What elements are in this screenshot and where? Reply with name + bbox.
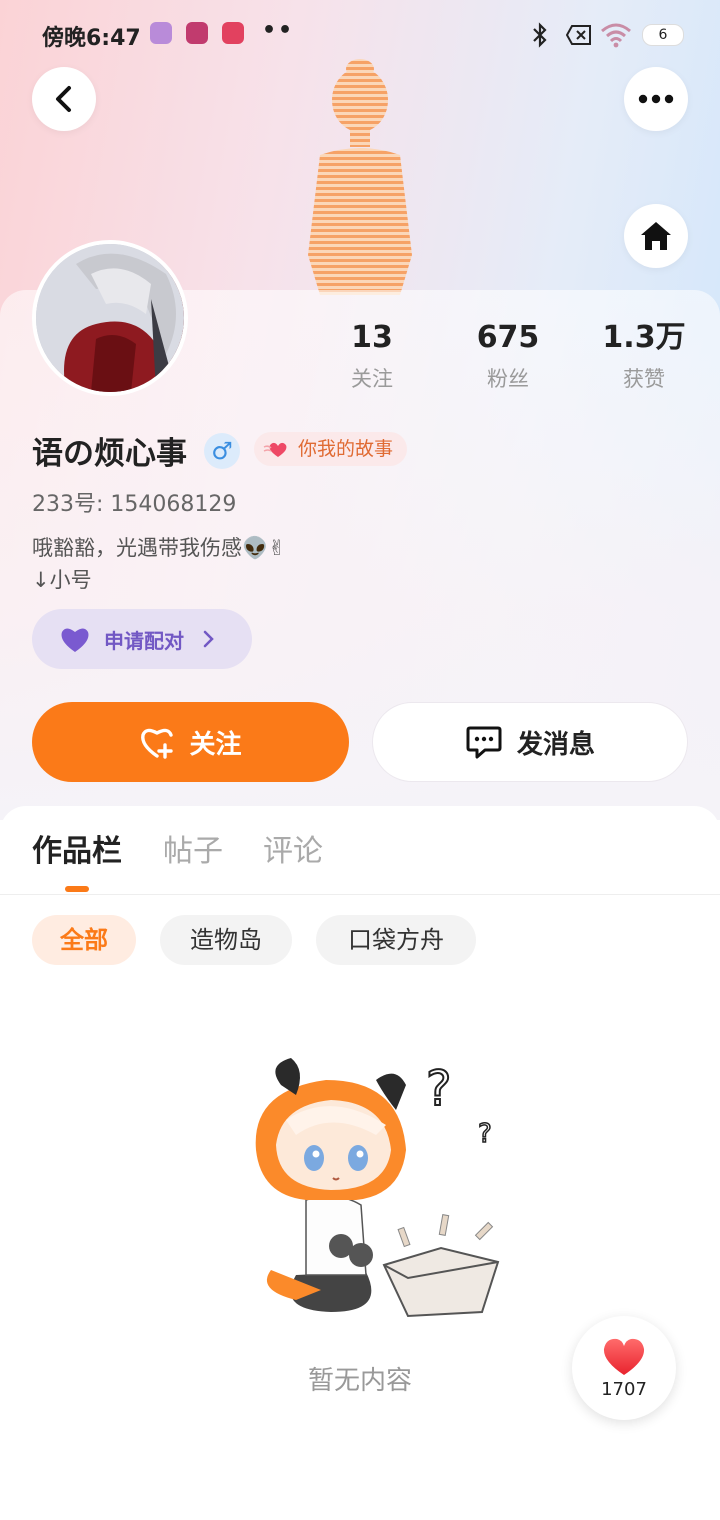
like-button[interactable]: 1707 [572, 1316, 676, 1420]
back-button[interactable] [32, 67, 96, 131]
more-dots-icon [638, 94, 674, 104]
stat-followers[interactable]: 675 粉丝 [448, 318, 568, 400]
male-gender-icon: ♂ [204, 433, 240, 469]
tab-comments[interactable]: 评论 [263, 826, 323, 870]
svg-text:?: ? [478, 1119, 492, 1149]
follow-label: 关注 [189, 729, 242, 760]
status-time: 傍晚6:47 [42, 26, 141, 51]
tab-divider [0, 894, 720, 895]
filter-pocket-ark[interactable]: 口袋方舟 [316, 915, 476, 965]
active-tab-indicator [65, 886, 89, 892]
battery-indicator: 6 [642, 24, 684, 46]
more-notifications-icon: •• [262, 18, 295, 43]
status-bar: 傍晚6:47 •• 6 [0, 0, 720, 70]
svg-text:?: ? [426, 1061, 451, 1117]
app-notification-icon [150, 22, 172, 44]
chevron-left-icon [56, 86, 71, 112]
apply-pairing-label: 申请配对 [104, 628, 184, 653]
user-id: 233号: 154068129 [32, 492, 237, 517]
heart-icon [603, 1338, 645, 1375]
bluetooth-icon [533, 22, 547, 48]
avatar-figure-illustration [308, 59, 412, 295]
tab-posts[interactable]: 帖子 [163, 826, 223, 870]
filter-creation-island[interactable]: 造物岛 [160, 915, 292, 965]
tab-works[interactable]: 作品栏 [32, 826, 122, 870]
avatar-image [36, 244, 184, 392]
username: 语の烦心事 [32, 436, 187, 472]
stat-value: 675 [476, 320, 540, 355]
chevron-right-icon [203, 630, 214, 648]
send-message-label: 发消息 [516, 729, 595, 760]
heart-wings-icon [263, 442, 287, 457]
stat-value: 1.3万 [602, 320, 686, 355]
user-avatar[interactable] [32, 240, 188, 396]
wifi-icon [601, 23, 631, 48]
heart-plus-icon [141, 728, 174, 759]
home-button[interactable] [624, 204, 688, 268]
like-count: 1707 [601, 1378, 647, 1400]
stat-value: 13 [351, 320, 393, 355]
purple-heart-icon [61, 628, 89, 652]
stat-label: 关注 [351, 367, 393, 391]
no-sim-icon [566, 25, 591, 45]
home-icon [641, 222, 671, 250]
app-notification-icon [186, 22, 208, 44]
follow-button[interactable]: 关注 [32, 702, 349, 782]
stat-following[interactable]: 13 关注 [312, 318, 432, 400]
story-tag-label: 你我的故事 [298, 438, 394, 460]
bio-line: ↓小号 [32, 568, 92, 592]
more-options-button[interactable] [624, 67, 688, 131]
stat-likes[interactable]: 1.3万 获赞 [584, 318, 704, 400]
app-notification-icon [222, 22, 244, 44]
empty-state-illustration: ? ? [255, 1058, 500, 1318]
apply-pairing-button[interactable]: 申请配对 [32, 609, 252, 669]
chat-bubble-icon [466, 726, 502, 759]
send-message-button[interactable]: 发消息 [372, 702, 688, 782]
bio-line: 哦豁豁，光遇带我伤感👽✌ [32, 536, 286, 560]
filter-all[interactable]: 全部 [32, 915, 136, 965]
user-bio: 哦豁豁，光遇带我伤感👽✌ ↓小号 [32, 532, 286, 596]
stat-label: 获赞 [623, 367, 665, 391]
story-tag-badge[interactable]: 你我的故事 [254, 432, 408, 466]
stat-label: 粉丝 [487, 367, 529, 391]
